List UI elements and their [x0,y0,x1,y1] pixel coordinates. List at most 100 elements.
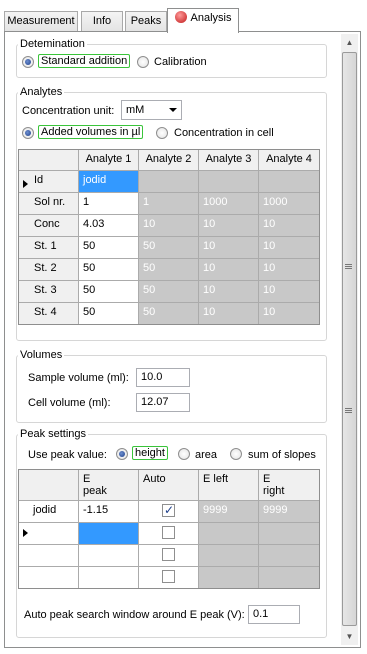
area-label[interactable]: area [195,449,217,461]
analytes-title: Analytes [20,86,63,98]
concentration-in-cell-label[interactable]: Concentration in cell [174,127,274,139]
table-cell[interactable]: 50 [79,259,138,280]
column-header[interactable]: Auto [139,470,198,500]
table-cell[interactable] [79,523,138,544]
header-line: peak [83,485,107,497]
column-header[interactable]: Eright [259,470,319,500]
table-cell[interactable]: 9999 [259,501,319,522]
table-cell[interactable]: 10 [259,215,319,236]
column-header[interactable]: Analyte 4 [259,150,319,170]
column-header[interactable]: Analyte 1 [79,150,138,170]
added-volumes-label[interactable]: Added volumes in µl [38,125,144,139]
table-cell[interactable]: 50 [139,303,198,324]
table-corner [19,470,78,500]
table-cell[interactable]: 50 [79,281,138,302]
table-cell[interactable] [259,545,319,566]
table-cell[interactable] [139,567,198,588]
header-line: E [83,473,91,485]
scroll-up-icon[interactable]: ▲ [341,34,358,51]
analysis-panel: ▲ ▼ Detemination Standard addition Calib… [4,31,361,648]
volumes-title: Volumes [20,349,63,361]
row-header [19,567,78,588]
row-header: Conc [19,215,78,236]
table-cell[interactable]: 50 [139,259,198,280]
table-cell[interactable]: 10 [139,215,198,236]
table-cell[interactable]: 1000 [259,193,319,214]
height-radio[interactable] [116,448,128,460]
table-cell[interactable]: 10 [199,259,258,280]
table-cell[interactable]: 50 [139,237,198,258]
scroll-thumb[interactable] [342,52,357,626]
table-cell[interactable] [199,523,258,544]
table-cell[interactable] [259,523,319,544]
tab-analysis[interactable]: Analysis [167,8,239,33]
added-volumes-radio[interactable] [22,127,34,139]
table-cell[interactable] [199,171,258,192]
column-header[interactable]: E left [199,470,258,500]
standard-addition-radio[interactable] [22,56,34,68]
vertical-scrollbar[interactable]: ▲ ▼ [341,34,358,645]
table-cell[interactable] [139,523,198,544]
table-cell[interactable] [259,171,319,192]
scroll-grip-icon [345,264,352,269]
auto-checkbox[interactable] [162,548,175,561]
concentration-unit-label: Concentration unit: [22,105,115,117]
sample-volume-field[interactable]: 10.0 [136,368,190,387]
table-cell[interactable] [139,501,198,522]
tab-analysis-label: Analysis [190,12,232,24]
column-header[interactable]: Analyte 3 [199,150,258,170]
table-cell[interactable]: 10 [199,215,258,236]
table-cell[interactable]: 10 [199,237,258,258]
peak-window-field[interactable]: 0.1 [248,605,300,624]
table-cell[interactable]: 1000 [199,193,258,214]
row-header: St. 2 [19,259,78,280]
tab-measurement[interactable]: Measurement [4,11,78,32]
height-label[interactable]: height [132,446,168,460]
header-line: E [263,473,271,485]
area-radio[interactable] [178,448,190,460]
sum-of-slopes-radio[interactable] [230,448,242,460]
table-cell[interactable] [79,567,138,588]
table-cell[interactable]: 10 [199,281,258,302]
standard-addition-label[interactable]: Standard addition [38,54,131,68]
table-cell[interactable] [139,171,198,192]
scroll-down-icon[interactable]: ▼ [341,628,358,645]
row-header: St. 3 [19,281,78,302]
table-cell[interactable]: 4.03 [79,215,138,236]
calibration-label[interactable]: Calibration [154,56,207,68]
table-cell[interactable]: 10 [259,281,319,302]
column-header[interactable]: Epeak [79,470,138,500]
tab-info[interactable]: Info [81,11,123,32]
auto-checkbox[interactable] [162,503,175,517]
table-cell[interactable]: 10 [259,303,319,324]
auto-checkbox[interactable] [162,526,175,539]
table-cell[interactable]: 10 [259,237,319,258]
table-cell[interactable]: jodid [79,171,138,192]
table-cell[interactable]: 50 [79,237,138,258]
table-cell[interactable] [139,545,198,566]
concentration-in-cell-radio[interactable] [156,127,168,139]
sum-of-slopes-label[interactable]: sum of slopes [248,449,316,461]
table-cell[interactable]: 1 [139,193,198,214]
table-cell[interactable]: -1.15 [79,501,138,522]
peaks-table: Epeak Auto E left Eright jodid -1.15 999… [18,469,320,589]
tab-peaks[interactable]: Peaks [125,11,167,32]
concentration-unit-select[interactable]: mM [121,100,182,120]
table-cell[interactable] [199,567,258,588]
calibration-radio[interactable] [137,56,149,68]
table-cell[interactable]: 10 [259,259,319,280]
table-cell[interactable] [79,545,138,566]
table-cell[interactable]: 50 [139,281,198,302]
column-header[interactable]: Analyte 2 [139,150,198,170]
cell-volume-field[interactable]: 12.07 [136,393,190,412]
table-cell[interactable]: 9999 [199,501,258,522]
cell-volume-label: Cell volume (ml): [28,397,111,409]
analysis-icon [174,11,187,23]
table-cell[interactable]: 50 [79,303,138,324]
table-cell[interactable] [199,545,258,566]
table-cell[interactable]: 10 [199,303,258,324]
table-cell[interactable]: 1 [79,193,138,214]
row-header [19,545,78,566]
auto-checkbox[interactable] [162,570,175,583]
table-cell[interactable] [259,567,319,588]
